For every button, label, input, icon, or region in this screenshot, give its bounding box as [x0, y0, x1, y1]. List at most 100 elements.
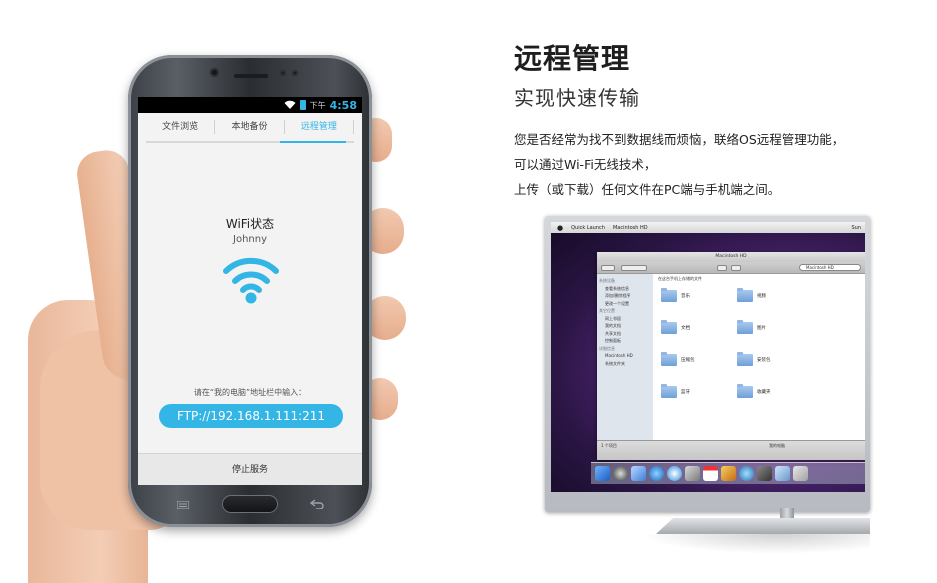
- ftp-hint-text: 请在“我的电脑”地址栏中输入：: [193, 388, 307, 397]
- feature-desc-line: 您是否经常为找不到数据线而烦恼，联络OS远程管理功能，: [514, 132, 845, 147]
- gear-icon[interactable]: [731, 265, 741, 271]
- sidebar-section: 其它位置: [599, 308, 615, 313]
- folder-item[interactable]: 视频: [737, 288, 797, 304]
- finder-window: Macintosh HD Macintosh HD 系统设备 查看系统信息 添加…: [597, 252, 865, 460]
- sidebar-item[interactable]: 更改一个设置: [599, 300, 651, 308]
- status-item-count: 1 个项目: [601, 443, 617, 448]
- phone-front-camera: [210, 68, 219, 77]
- safari-icon[interactable]: [649, 466, 664, 481]
- finder-sidebar: 系统设备 查看系统信息 添加/删除程序 更改一个设置 其它位置 网上邻居 我的文…: [597, 274, 653, 440]
- sidebar-section: 系统设备: [599, 278, 615, 283]
- sidebar-item[interactable]: 查看系统信息: [599, 285, 651, 293]
- folder-icon: [661, 384, 677, 398]
- sidebar-item[interactable]: 我的文档: [599, 322, 651, 330]
- feature-desc-line: 上传（或下载）任何文件在PC端与手机端之间。: [514, 182, 781, 197]
- menubar-item[interactable]: Macintosh HD: [613, 225, 648, 231]
- folder-label: 图片: [757, 326, 766, 331]
- folder-icon: [737, 352, 753, 366]
- status-location: 我的电脑: [769, 443, 785, 448]
- status-time: 4:58: [329, 98, 357, 112]
- phone-screen: 下午 4:58 文件浏览 本地备份 远程管理 WiFi状态 Johnny 请在“…: [138, 97, 362, 485]
- folder-item[interactable]: 安装包: [737, 352, 797, 368]
- ftp-address-button[interactable]: FTP://192.168.1.111:211: [159, 404, 343, 428]
- mail-icon[interactable]: [631, 466, 646, 481]
- itunes-icon[interactable]: [739, 466, 754, 481]
- status-bar: 下午 4:58: [138, 97, 362, 113]
- folder-label: 蓝牙: [681, 390, 690, 395]
- sidebar-item[interactable]: 控制面板: [599, 337, 651, 345]
- folder-label: 视频: [757, 294, 766, 299]
- folder-label: 音乐: [681, 294, 690, 299]
- finder-content: 在这台手机上存储的文件 音乐 视频 文档 图片 压缩包 安装包 蓝牙 收藏夹: [653, 274, 865, 440]
- preferences-icon[interactable]: [757, 466, 772, 481]
- mac-dock: [591, 462, 865, 484]
- eye-icon[interactable]: [717, 265, 727, 271]
- feature-desc-line: 可以通过Wi-Fi无线技术，: [514, 157, 657, 172]
- finder-toolbar: Macintosh HD: [597, 262, 865, 274]
- folder-icon: [661, 288, 677, 302]
- tab-bar: 文件浏览 本地备份 远程管理: [146, 113, 354, 143]
- tab-local-backup[interactable]: 本地备份: [215, 120, 285, 134]
- tv-stand-shadow: [640, 534, 870, 554]
- tv-stand-base: [656, 518, 870, 534]
- dashboard-icon[interactable]: [613, 466, 628, 481]
- address-book-icon[interactable]: [685, 466, 700, 481]
- phone-device: 下午 4:58 文件浏览 本地备份 远程管理 WiFi状态 Johnny 请在“…: [128, 55, 372, 527]
- wifi-status-icon: [284, 100, 296, 109]
- stop-service-button[interactable]: 停止服务: [138, 453, 362, 485]
- folder-icon[interactable]: [775, 466, 790, 481]
- finder-icon[interactable]: [595, 466, 610, 481]
- tab-remote-manage[interactable]: 远程管理: [285, 120, 354, 134]
- finder-path-label: 在这台手机上存储的文件: [658, 276, 702, 281]
- calendar-icon[interactable]: [703, 466, 718, 481]
- tv-screen: ● Quick Launch Macintosh HD Sun Macintos…: [551, 222, 865, 492]
- folder-icon: [737, 288, 753, 302]
- finder-status-bar: 1 个项目 我的电脑: [597, 440, 865, 460]
- menubar-item[interactable]: Quick Launch: [571, 225, 605, 231]
- wifi-icon: [223, 257, 279, 304]
- folder-item[interactable]: 图片: [737, 320, 797, 336]
- menubar-clock: Sun: [851, 224, 861, 231]
- folder-icon: [661, 352, 677, 366]
- finder-title: Macintosh HD: [597, 252, 865, 262]
- trash-icon[interactable]: [793, 466, 808, 481]
- wifi-status-title: WiFi状态: [225, 217, 275, 231]
- back-forward-button[interactable]: [601, 265, 615, 271]
- apple-icon[interactable]: ●: [557, 224, 563, 232]
- folder-icon: [661, 320, 677, 334]
- sidebar-item[interactable]: 共享文档: [599, 330, 651, 338]
- feature-subtitle: 实现快速传输: [514, 86, 640, 110]
- folder-item[interactable]: 蓝牙: [661, 384, 721, 400]
- folder-icon: [737, 384, 753, 398]
- view-mode-button[interactable]: [621, 265, 647, 271]
- folder-item[interactable]: 文档: [661, 320, 721, 336]
- sidebar-item[interactable]: 网上邻居: [599, 315, 651, 323]
- mac-menubar: ● Quick Launch Macintosh HD Sun: [551, 222, 865, 233]
- feature-title: 远程管理: [514, 42, 631, 75]
- sidebar-item[interactable]: 系统文件夹: [599, 360, 651, 368]
- folder-label: 文档: [681, 326, 690, 331]
- ichat-icon[interactable]: [667, 466, 682, 481]
- menu-key-icon[interactable]: [177, 501, 189, 509]
- sidebar-item[interactable]: 添加/删除程序: [599, 292, 651, 300]
- back-key-icon[interactable]: [310, 499, 324, 509]
- sidebar-item[interactable]: Macintosh HD: [599, 352, 651, 360]
- folder-label: 压缩包: [681, 358, 695, 363]
- phone-earpiece: [234, 74, 268, 78]
- folder-label: 安装包: [757, 358, 771, 363]
- home-button[interactable]: [222, 495, 278, 513]
- finder-search-input[interactable]: Macintosh HD: [799, 264, 861, 271]
- tab-active-indicator: [280, 141, 346, 143]
- folder-item[interactable]: 收藏夹: [737, 384, 797, 400]
- tab-file-browse[interactable]: 文件浏览: [146, 120, 216, 134]
- phone-sensor: [280, 70, 286, 76]
- status-period: 下午: [309, 100, 326, 110]
- folder-icon: [737, 320, 753, 334]
- phone-sensor: [292, 70, 298, 76]
- folder-item[interactable]: 音乐: [661, 288, 721, 304]
- wifi-network-name: Johnny: [233, 234, 267, 245]
- sidebar-section: 详细信息: [599, 345, 615, 351]
- folder-item[interactable]: 压缩包: [661, 352, 721, 368]
- iphoto-icon[interactable]: [721, 466, 736, 481]
- battery-icon: [299, 100, 306, 110]
